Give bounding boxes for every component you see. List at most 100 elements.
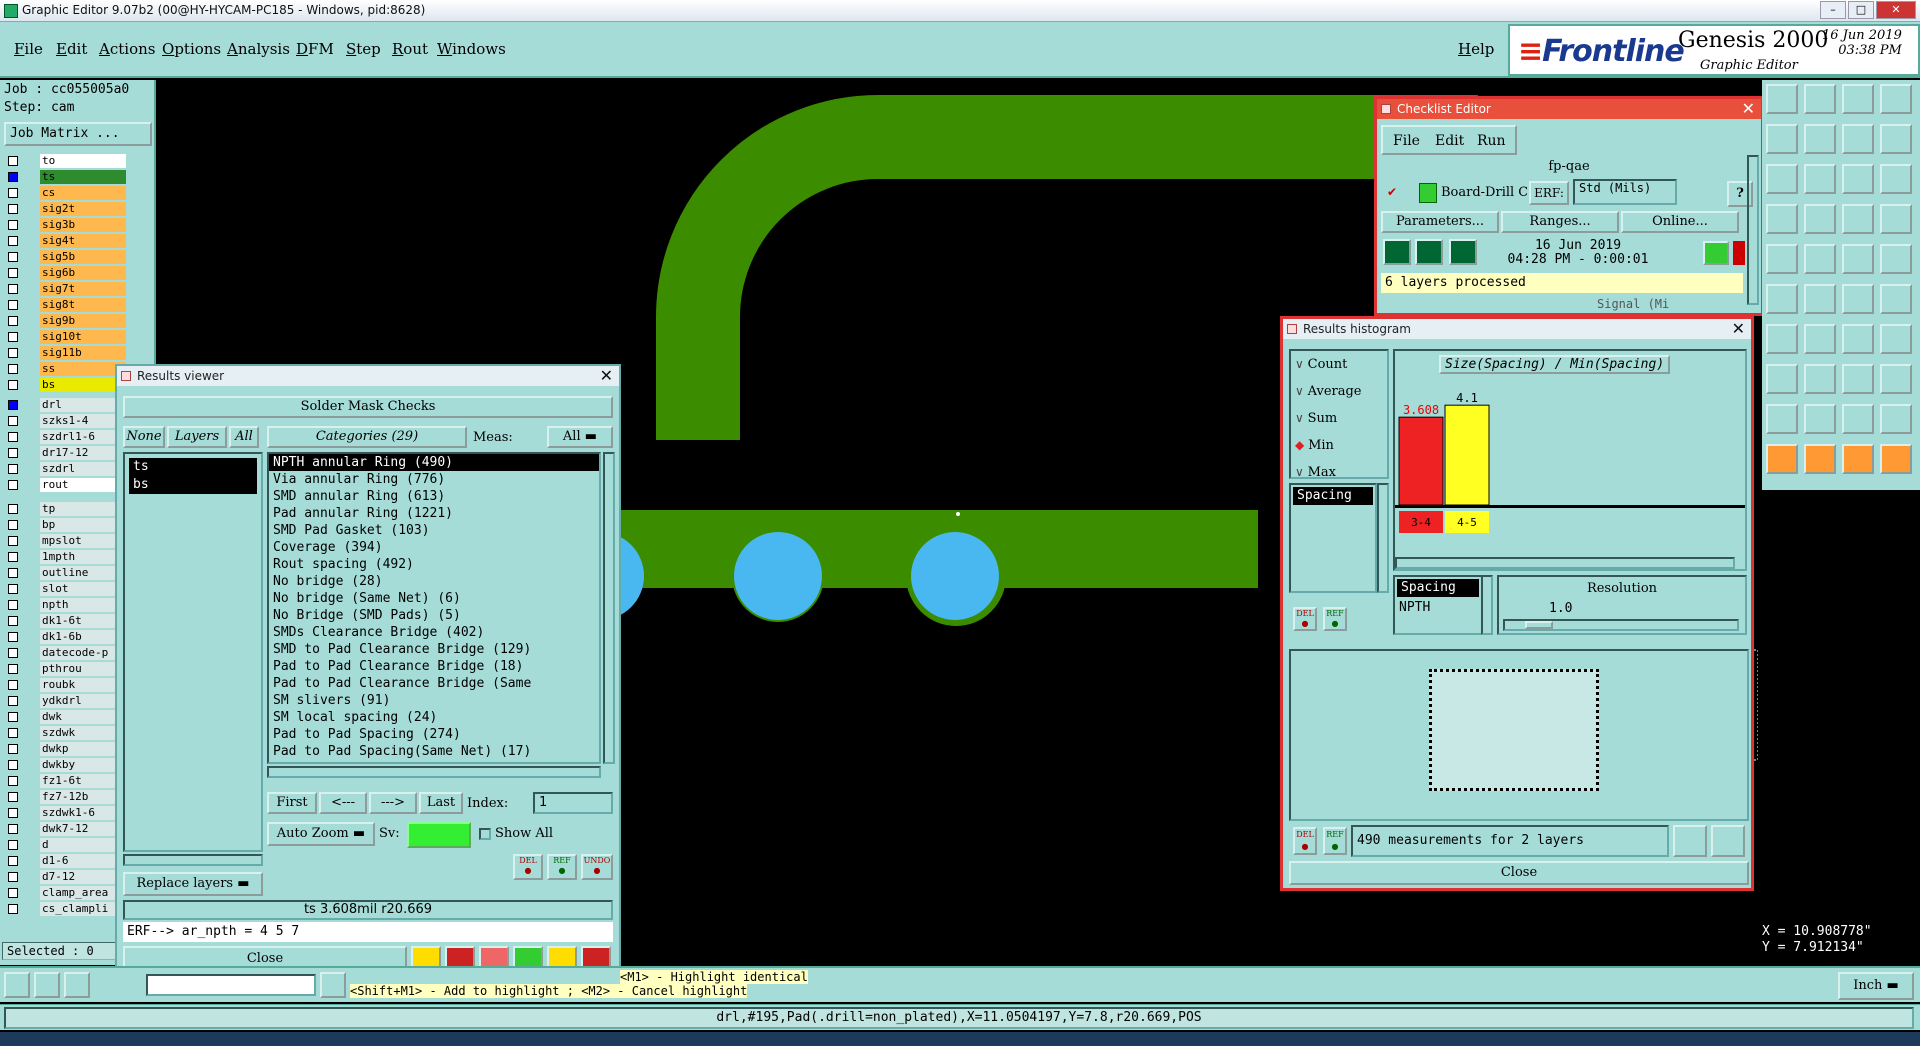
layer-name[interactable]: mpslot: [40, 534, 126, 548]
layer-row[interactable]: sig2t: [4, 202, 126, 216]
layer-row[interactable]: bp: [4, 518, 126, 532]
layer-checkbox[interactable]: [8, 332, 18, 342]
layers-icon[interactable]: [1766, 244, 1798, 274]
show-all-checkbox[interactable]: [479, 828, 491, 840]
layer-name[interactable]: sig9b: [40, 314, 126, 328]
layer-checkbox[interactable]: [8, 416, 18, 426]
layer-checkbox[interactable]: [8, 616, 18, 626]
layer-checkbox[interactable]: [8, 236, 18, 246]
rotate-icon[interactable]: [1842, 324, 1874, 354]
menu-rout[interactable]: Rout: [392, 40, 428, 58]
layer-checkbox[interactable]: [8, 300, 18, 310]
option-min[interactable]: ◆ Min: [1295, 438, 1334, 453]
layer-row[interactable]: cs: [4, 186, 126, 200]
layer-name[interactable]: cs_clampli: [40, 902, 126, 916]
list-item[interactable]: No bridge (28): [269, 573, 599, 590]
layer-row[interactable]: 1mpth: [4, 550, 126, 564]
layer-checkbox[interactable]: [8, 696, 18, 706]
layer-name[interactable]: sig6b: [40, 266, 126, 280]
layer-name[interactable]: fz1-6t: [40, 774, 126, 788]
undo-button[interactable]: UNDO ●: [581, 854, 613, 880]
layer-checkbox[interactable]: [8, 188, 18, 198]
layer-row[interactable]: slot: [4, 582, 126, 596]
layer-name[interactable]: sig11b: [40, 346, 126, 360]
layer-checkbox[interactable]: [8, 840, 18, 850]
layer-row[interactable]: tp: [4, 502, 126, 516]
layer-checkbox[interactable]: [8, 760, 18, 770]
layer-checkbox[interactable]: [8, 712, 18, 722]
layer-name[interactable]: to: [40, 154, 126, 168]
list-item[interactable]: Via annular Ring (776): [269, 471, 599, 488]
none-button[interactable]: None: [123, 426, 165, 448]
layer-row[interactable]: sig4t: [4, 234, 126, 248]
menu-analysis[interactable]: Analysis: [227, 40, 290, 58]
hist-ref-button[interactable]: REF ●: [1323, 607, 1347, 631]
layer-name[interactable]: 1mpth: [40, 550, 126, 564]
checklist-scrollbar[interactable]: [1747, 155, 1759, 305]
checklist-menu-file[interactable]: File: [1393, 133, 1420, 149]
layer-row[interactable]: npth: [4, 598, 126, 612]
layer-checkbox[interactable]: [8, 776, 18, 786]
list-item[interactable]: SM local spacing (24): [269, 709, 599, 726]
layer-checkbox[interactable]: [8, 348, 18, 358]
layer-checkbox[interactable]: [8, 872, 18, 882]
replace-layers-dropdown[interactable]: Replace layers ▬: [123, 872, 263, 896]
layer-name[interactable]: sig2t: [40, 202, 126, 216]
layer-checkbox[interactable]: [8, 568, 18, 578]
list-item[interactable]: No Bridge (SMD Pads) (5): [269, 607, 599, 624]
stroke-icon[interactable]: [1804, 324, 1836, 354]
run-icon[interactable]: [1383, 239, 1411, 265]
list-item[interactable]: Rout spacing (492): [269, 556, 599, 573]
layer-row[interactable]: d: [4, 838, 126, 852]
layer-row[interactable]: pthrou: [4, 662, 126, 676]
option-max[interactable]: ∨ Max: [1295, 465, 1336, 480]
triangle-icon[interactable]: [1766, 404, 1798, 434]
list-item[interactable]: NPTH annular Ring (490): [269, 454, 599, 471]
checklist-menu-edit[interactable]: Edit: [1435, 133, 1464, 149]
layer-row[interactable]: szks1-4: [4, 414, 126, 428]
pad-icon[interactable]: [1766, 364, 1798, 394]
close-icon[interactable]: ✕: [1742, 99, 1755, 119]
layer-checkbox[interactable]: [8, 856, 18, 866]
layer-row[interactable]: sig5b: [4, 250, 126, 264]
command-icon[interactable]: [320, 972, 346, 998]
help-icon[interactable]: [1880, 164, 1912, 194]
layers-button[interactable]: Layers: [167, 426, 227, 448]
checklist-titlebar[interactable]: Checklist Editor ✕: [1377, 99, 1761, 119]
pin-icon[interactable]: [1842, 284, 1874, 314]
layer-row[interactable]: ss: [4, 362, 126, 376]
result-layer-list[interactable]: ts bs: [123, 452, 263, 852]
layer-row[interactable]: datecode-p: [4, 646, 126, 660]
layer-name[interactable]: rout: [40, 478, 126, 492]
layer-row[interactable]: szdrl: [4, 462, 126, 476]
layer-name[interactable]: szdwk1-6: [40, 806, 126, 820]
layer-checkbox[interactable]: [8, 536, 18, 546]
layer-name[interactable]: szdwk: [40, 726, 126, 740]
grid2-icon[interactable]: [1880, 364, 1912, 394]
legend-scrollbar[interactable]: [1481, 575, 1493, 635]
layer-row[interactable]: sig10t: [4, 330, 126, 344]
layer-row[interactable]: sig7t: [4, 282, 126, 296]
layer-name[interactable]: dwkby: [40, 758, 126, 772]
arch2-icon[interactable]: [1880, 404, 1912, 434]
job-matrix-button[interactable]: Job Matrix ...: [4, 122, 152, 146]
layer-name[interactable]: szdrl: [40, 462, 126, 476]
preview-frame[interactable]: [1429, 669, 1599, 791]
layer-row[interactable]: outline: [4, 566, 126, 580]
list-item[interactable]: SMD annular Ring (613): [269, 488, 599, 505]
layer-row[interactable]: cs_clampli: [4, 902, 126, 916]
layer-row[interactable]: sig9b: [4, 314, 126, 328]
npth-pad[interactable]: [734, 532, 822, 620]
layer-checkbox[interactable]: [8, 744, 18, 754]
layer-checkbox[interactable]: [8, 464, 18, 474]
layer-checkbox[interactable]: [8, 632, 18, 642]
menu-help[interactable]: Help: [1458, 40, 1494, 58]
layer-row[interactable]: szdrl1-6: [4, 430, 126, 444]
pointer4-icon[interactable]: [1880, 444, 1912, 474]
layer-checkbox[interactable]: [8, 268, 18, 278]
layer-name[interactable]: d: [40, 838, 126, 852]
filter-scrollbar[interactable]: [1377, 483, 1389, 593]
layer-name[interactable]: outline: [40, 566, 126, 580]
list-item[interactable]: Spacing: [1293, 487, 1373, 505]
list-item[interactable]: No bridge (Same Net) (6): [269, 590, 599, 607]
